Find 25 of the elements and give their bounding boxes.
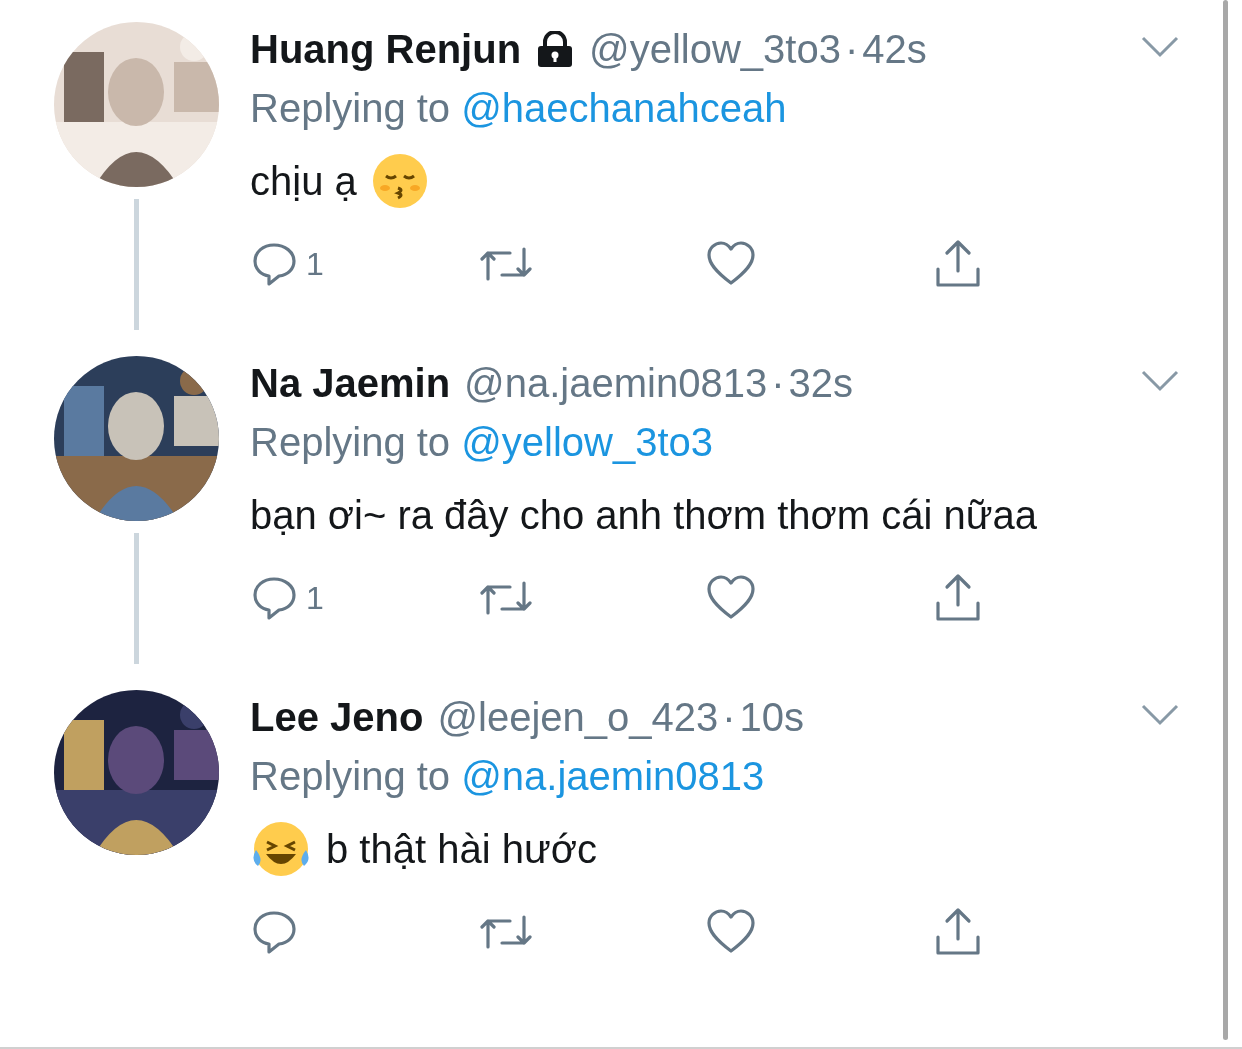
tweet-text: bạn ơi~ ra đây cho anh thơm thơm cái nữaa: [250, 492, 1037, 539]
user-handle: @na.jaemin0813: [464, 360, 768, 407]
separator-dot: ·: [722, 694, 736, 741]
tweet-time: 32s: [788, 360, 853, 407]
scrollbar[interactable]: [1223, 0, 1228, 1040]
user-handle: @yellow_3to3: [589, 26, 841, 73]
chevron-down-icon[interactable]: [1140, 702, 1180, 728]
tweet-text: b thật hài hước: [326, 826, 597, 873]
kissing-face-icon: [370, 152, 429, 210]
user-name[interactable]: Lee Jeno: [250, 687, 424, 747]
reply-count: 1: [306, 245, 324, 284]
chevron-down-icon[interactable]: [1140, 368, 1180, 394]
tweet-time: 42s: [862, 26, 927, 73]
tweet-time: 10s: [739, 694, 805, 741]
separator-dot: ·: [771, 360, 785, 407]
reply-count: 1: [306, 579, 324, 618]
user-name[interactable]: Huang Renjun: [250, 19, 522, 79]
replying-to-text: Replying to @haechanahceah: [250, 85, 788, 132]
separator-dot: ·: [844, 26, 859, 73]
replying-to-text: Replying to @na.jaemin0813: [250, 753, 766, 800]
tweet-text: chịu ạ: [250, 158, 357, 205]
user-handle: @leejen_o_423: [437, 694, 719, 741]
user-name[interactable]: Na Jaemin: [250, 353, 451, 413]
replying-to-text: Replying to @yellow_3to3: [250, 419, 715, 466]
chevron-down-icon[interactable]: [1140, 34, 1180, 60]
